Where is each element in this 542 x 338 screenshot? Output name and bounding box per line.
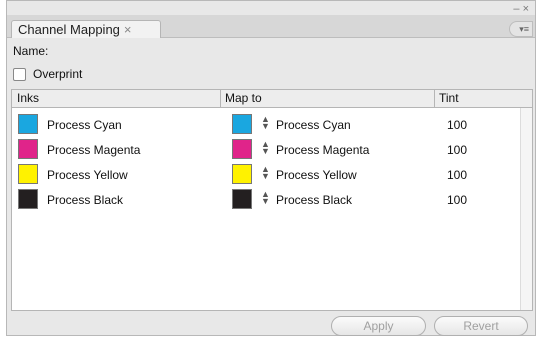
tint-value[interactable]: 100 — [447, 193, 467, 207]
overprint-label: Overprint — [33, 67, 83, 81]
column-header-tint[interactable]: Tint — [439, 91, 459, 105]
apply-button[interactable]: Apply — [331, 316, 426, 336]
map-color-swatch — [232, 114, 252, 134]
tab-channel-mapping[interactable]: Channel Mapping × — [11, 20, 161, 38]
tint-value[interactable]: 100 — [447, 168, 467, 182]
ink-name: Process Magenta — [47, 143, 141, 157]
tint-value[interactable]: 100 — [447, 143, 467, 157]
map-to-select[interactable]: Process Black — [276, 193, 352, 207]
table-header: Inks Map to Tint — [12, 90, 532, 108]
map-to-select[interactable]: Process Cyan — [276, 118, 351, 132]
ink-color-swatch — [18, 164, 38, 184]
channel-mapping-panel: – × Channel Mapping × ▾≡ Name: Overprint … — [6, 0, 536, 336]
table-row[interactable]: Process Yellow ▲ ▼ Process Yellow 100 — [12, 162, 520, 187]
column-header-map-to[interactable]: Map to — [225, 91, 262, 105]
overprint-checkbox[interactable] — [13, 67, 26, 81]
table-body: Process Cyan ▲ ▼ Process Cyan 100 Process Mag… — [12, 108, 520, 310]
table-row[interactable]: Process Magenta ▲ ▼ Process Magenta 100 — [12, 137, 520, 162]
ink-name: Process Yellow — [47, 168, 128, 182]
channel-table: Inks Map to Tint Process Cyan ▲ ▼ Process C… — [11, 89, 533, 311]
ink-color-swatch — [18, 189, 38, 209]
ink-name: Process Black — [47, 193, 124, 207]
map-to-select[interactable]: Process Magenta — [276, 143, 369, 157]
ink-name: Process Cyan — [47, 118, 122, 132]
revert-button[interactable]: Revert — [434, 316, 528, 336]
ink-color-swatch — [18, 139, 38, 159]
map-to-stepper-icon[interactable]: ▲ ▼ — [261, 190, 270, 206]
tab-bar: Channel Mapping × ▾≡ — [7, 15, 535, 38]
close-icon[interactable]: × — [124, 22, 132, 37]
tint-value[interactable]: 100 — [447, 118, 467, 132]
map-color-swatch — [232, 164, 252, 184]
column-divider — [220, 90, 221, 107]
ink-color-swatch — [18, 114, 38, 134]
table-row[interactable]: Process Black ▲ ▼ Process Black 100 — [12, 187, 520, 212]
map-to-stepper-icon[interactable]: ▲ ▼ — [261, 140, 270, 156]
map-to-select[interactable]: Process Yellow — [276, 168, 357, 182]
map-color-swatch — [232, 189, 252, 209]
map-to-stepper-icon[interactable]: ▲ ▼ — [261, 165, 270, 181]
table-row[interactable]: Process Cyan ▲ ▼ Process Cyan 100 — [12, 112, 520, 137]
panel-window-controls[interactable]: – × — [513, 3, 529, 15]
map-to-stepper-icon[interactable]: ▲ ▼ — [261, 115, 270, 131]
tab-title: Channel Mapping — [18, 22, 120, 37]
map-color-swatch — [232, 139, 252, 159]
column-header-inks[interactable]: Inks — [17, 91, 39, 105]
column-divider — [434, 90, 435, 107]
name-label: Name: — [13, 44, 49, 58]
panel-menu-icon[interactable]: ▾≡ — [509, 21, 533, 37]
vertical-scrollbar[interactable] — [520, 108, 532, 310]
overprint-option[interactable]: Overprint — [13, 67, 82, 81]
